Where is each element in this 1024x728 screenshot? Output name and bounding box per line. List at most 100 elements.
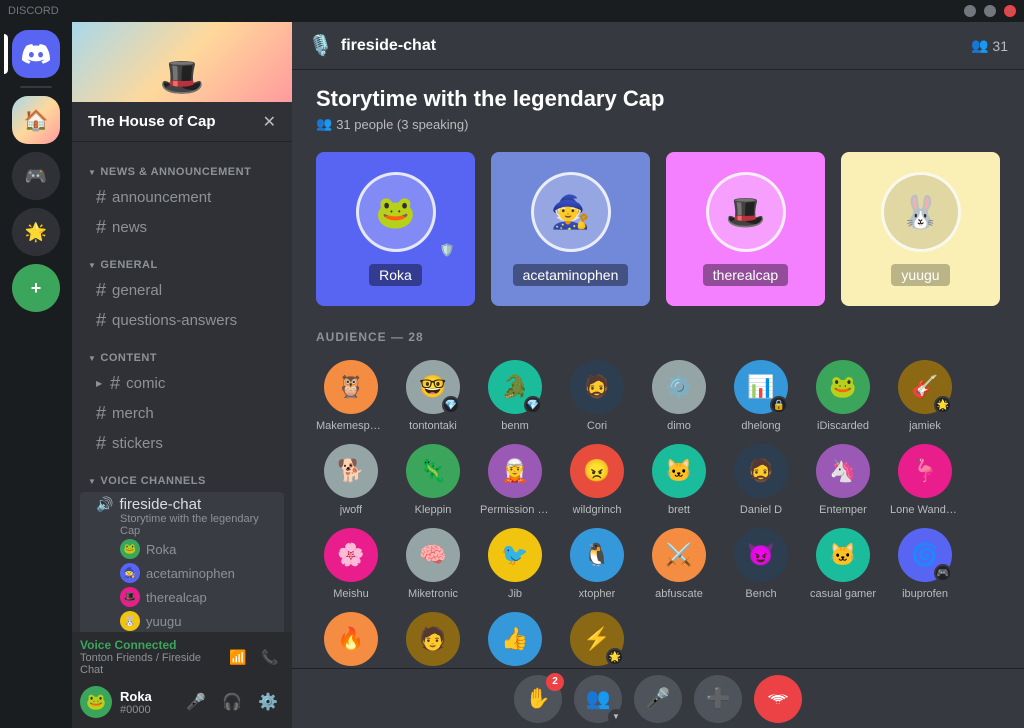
audience-member: ⚡ 🌟 getvax xyxy=(562,612,632,668)
add-person-button[interactable]: ➕ xyxy=(694,675,742,723)
leave-button[interactable] xyxy=(754,675,802,723)
audience-member: 🧠 Miketronic xyxy=(398,528,468,600)
audience-name: Meishu xyxy=(333,588,368,600)
audience-member: 🦩 Lone Wanderer xyxy=(890,444,960,516)
stage-area: Storytime with the legendary Cap 👥 31 pe… xyxy=(292,70,1024,668)
audience-avatar: 📊 🔒 xyxy=(734,360,788,414)
app-title: DISCORD xyxy=(8,5,59,17)
server-name: The House of Cap xyxy=(88,113,216,130)
audience-member: 🐸 iDiscarded xyxy=(808,360,878,432)
audience-avatar: 😈 xyxy=(734,528,788,582)
mute-button[interactable]: 🎤 xyxy=(180,686,212,718)
audience-name: jamiek xyxy=(909,420,941,432)
audience-avatar: 🐱 xyxy=(816,528,870,582)
audience-member: 🦄 Entemper xyxy=(808,444,878,516)
action-bar: ✋ 2 👥 ▼ 🎤 ➕ xyxy=(292,668,1024,728)
server-icon-4[interactable]: + xyxy=(12,264,60,312)
channel-general[interactable]: # general xyxy=(80,276,284,305)
voice-connected-label: Voice Connected xyxy=(80,638,224,652)
hash-icon: # xyxy=(96,403,106,424)
voice-channel-fireside-chat[interactable]: 🔊 fireside-chat Storytime with the legen… xyxy=(80,492,284,632)
hash-icon: # xyxy=(110,373,120,394)
speaker-card-therealcap: 🎩 therealcap xyxy=(666,152,825,306)
channel-announcement[interactable]: # announcement xyxy=(80,183,284,212)
audience-button[interactable]: 👥 ▼ xyxy=(574,675,622,723)
stage-title: Storytime with the legendary Cap xyxy=(316,86,1000,112)
audience-badge: 🌟 xyxy=(606,648,624,666)
minimize-button[interactable]: – xyxy=(964,5,976,17)
audience-member: 🐧 xtopher xyxy=(562,528,632,600)
audience-name: dimo xyxy=(667,420,691,432)
discord-home-icon[interactable] xyxy=(12,30,60,78)
audience-member: 🌸 Meishu xyxy=(316,528,386,600)
audience-member: 👍 wearamask xyxy=(480,612,550,668)
audience-name: abfuscate xyxy=(655,588,703,600)
close-button[interactable]: ✕ xyxy=(1004,5,1016,17)
settings-button[interactable]: ⚙️ xyxy=(252,686,284,718)
channel-comic[interactable]: ▶ # comic xyxy=(80,369,284,398)
channel-questions-answers[interactable]: # questions-answers xyxy=(80,306,284,335)
audience-name: benm xyxy=(501,420,529,432)
channel-news[interactable]: # news xyxy=(80,213,284,242)
audience-name: ibuprofen xyxy=(902,588,948,600)
audience-member: 🐱 casual gamer xyxy=(808,528,878,600)
audience-name: brett xyxy=(668,504,690,516)
category-collapse-icon[interactable]: ▼ xyxy=(88,477,96,486)
audience-member: 🧑 zuko xyxy=(398,612,468,668)
audience-name: Kleppin xyxy=(415,504,452,516)
signal-icon[interactable]: 📶 xyxy=(224,643,252,671)
voice-member-therealcap: 🎩 therealcap xyxy=(96,585,276,609)
speaker-badge-roka: 🛡️ xyxy=(435,238,459,262)
channel-merch[interactable]: # merch xyxy=(80,399,284,428)
audience-avatar: 🎸 🌟 xyxy=(898,360,952,414)
audience-name: Jib xyxy=(508,588,522,600)
audience-name: tontontaki xyxy=(409,420,457,432)
phone-icon[interactable]: 📞 xyxy=(256,643,284,671)
member-count-value: 31 xyxy=(992,38,1008,54)
audience-name: wildgrinch xyxy=(573,504,622,516)
subtitle-icon: 👥 xyxy=(316,116,332,132)
server-sidebar: 🏠 🎮 🌟 + xyxy=(0,22,72,728)
speaker-avatar-therealcap: 🎩 xyxy=(706,172,786,252)
voice-channel-desc: Storytime with the legendary Cap xyxy=(120,513,276,537)
main-content: 🎙️ fireside-chat 👥 31 Storytime with the… xyxy=(292,22,1024,728)
audience-name: Bench xyxy=(745,588,776,600)
audience-avatar: 🧑 xyxy=(406,612,460,666)
member-count: 👥 31 xyxy=(971,37,1008,54)
maximize-button[interactable]: □ xyxy=(984,5,996,17)
audience-badge: 🔒 xyxy=(770,396,788,414)
audience-member: 🧔 Daniel D xyxy=(726,444,796,516)
mic-button[interactable]: 🎤 xyxy=(634,675,682,723)
audience-avatar: 🧔 xyxy=(734,444,788,498)
server-dropdown-icon[interactable]: ✕ xyxy=(263,112,276,132)
audience-avatar: 🦩 xyxy=(898,444,952,498)
channel-stickers[interactable]: # stickers xyxy=(80,429,284,458)
audience-member: 🌀 🎮 ibuprofen xyxy=(890,528,960,600)
category-collapse-icon[interactable]: ▼ xyxy=(88,354,96,363)
stage-subtitle: 👥 31 people (3 speaking) xyxy=(316,116,1000,132)
category-collapse-icon[interactable]: ▼ xyxy=(88,168,96,177)
category-voice: ▼ VOICE CHANNELS xyxy=(72,459,292,491)
window-controls: – □ ✕ xyxy=(964,5,1016,17)
raise-hand-button[interactable]: ✋ 2 xyxy=(514,675,562,723)
stage-icon: 🎙️ xyxy=(308,33,333,58)
audience-avatar: 🤓 💎 xyxy=(406,360,460,414)
hash-icon: # xyxy=(96,217,106,238)
channel-header: 🎙️ fireside-chat 👥 31 xyxy=(292,22,1024,70)
audience-avatar: 🐸 xyxy=(816,360,870,414)
audience-avatar: 🌀 🎮 xyxy=(898,528,952,582)
audience-avatar: 🦎 xyxy=(406,444,460,498)
audience-member: 📊 🔒 dhelong xyxy=(726,360,796,432)
server-icon-2[interactable]: 🎮 xyxy=(12,152,60,200)
voice-connected-channel: Tonton Friends / Fireside Chat xyxy=(80,652,224,676)
deafen-button[interactable]: 🎧 xyxy=(216,686,248,718)
server-header[interactable]: 🎩 The House of Cap ✕ xyxy=(72,22,292,142)
server-icon-house-of-cap[interactable]: 🏠 xyxy=(12,96,60,144)
audience-avatar: 🧠 xyxy=(406,528,460,582)
server-icon-3[interactable]: 🌟 xyxy=(12,208,60,256)
user-panel: 🐸 Roka #0000 🎤 🎧 ⚙️ xyxy=(72,676,292,728)
voice-member-avatar: 🐰 xyxy=(120,611,140,631)
category-collapse-icon[interactable]: ▼ xyxy=(88,261,96,270)
channel-sidebar: 🎩 The House of Cap ✕ ▼ NEWS & ANNOUNCEME… xyxy=(72,22,292,728)
audience-avatar: 🌸 xyxy=(324,528,378,582)
